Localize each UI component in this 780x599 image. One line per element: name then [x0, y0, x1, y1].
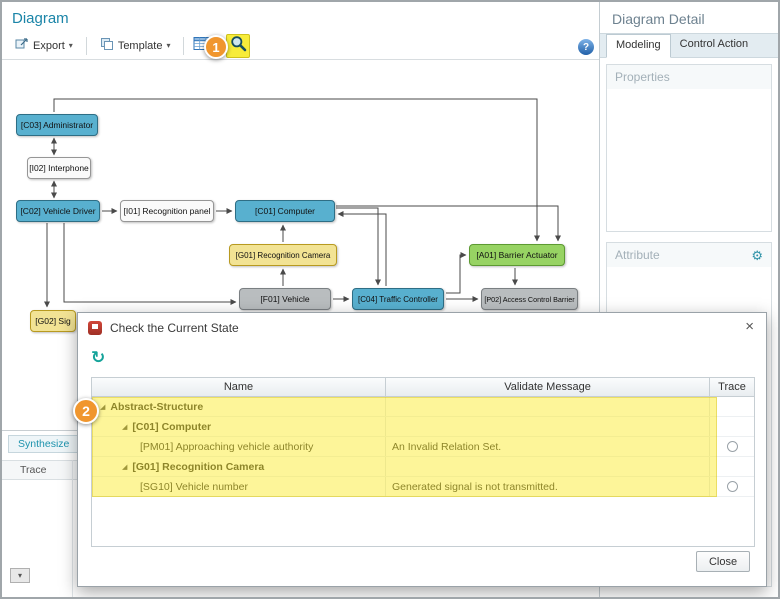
- table-row[interactable]: ◢ [C01] Computer: [92, 417, 754, 437]
- row-name: [G01] Recognition Camera: [132, 461, 264, 473]
- gear-icon[interactable]: ⚙: [751, 249, 763, 262]
- node-c04-traffic-controller[interactable]: [C04] Traffic Controller: [352, 288, 444, 310]
- app-window: Diagram Export ▾ Template ▾: [0, 0, 780, 599]
- export-button[interactable]: Export ▾: [8, 33, 80, 58]
- expander-icon[interactable]: ◢: [122, 463, 127, 471]
- table-row[interactable]: ◢ [G01] Recognition Camera: [92, 457, 754, 477]
- caret-down-icon: ▾: [18, 571, 22, 580]
- export-icon: [15, 37, 29, 54]
- panel-title: Diagram Detail: [600, 2, 778, 33]
- callout-step-2: 2: [73, 398, 99, 424]
- node-c01-computer[interactable]: [C01] Computer: [235, 200, 335, 222]
- template-label: Template: [118, 40, 163, 52]
- node-a01-barrier-actuator[interactable]: [A01] Barrier Actuator: [469, 244, 565, 266]
- close-button[interactable]: Close: [696, 551, 750, 572]
- row-name: [PM01] Approaching vehicle authority: [140, 441, 313, 453]
- dialog-header: Check the Current State ×: [78, 313, 766, 343]
- table-row[interactable]: ◢ Abstract-Structure: [92, 397, 754, 417]
- table-header-row: Name Validate Message Trace: [92, 378, 754, 397]
- row-message: [386, 417, 710, 436]
- export-label: Export: [33, 40, 65, 52]
- magnifier-icon: [230, 35, 247, 57]
- column-header-name: Name: [92, 378, 386, 396]
- tab-synthesize[interactable]: Synthesize: [8, 435, 79, 453]
- row-message: An Invalid Relation Set.: [386, 437, 710, 456]
- table-row[interactable]: [PM01] Approaching vehicle authority An …: [92, 437, 754, 457]
- caret-down-icon: ▾: [69, 41, 73, 50]
- help-icon[interactable]: ?: [578, 39, 594, 55]
- node-i02-interphone[interactable]: [I02] Interphone: [27, 157, 91, 179]
- node-g01-recognition-camera[interactable]: [G01] Recognition Camera: [229, 244, 337, 266]
- panel-tabs: Modeling Control Action: [600, 33, 778, 58]
- tab-modeling[interactable]: Modeling: [606, 34, 671, 58]
- column-header-message: Validate Message: [386, 378, 710, 396]
- row-message: Generated signal is not transmitted.: [386, 477, 710, 496]
- column-header-trace: Trace: [710, 378, 754, 396]
- app-logo-icon: [88, 321, 102, 335]
- validate-check-button[interactable]: [226, 34, 250, 58]
- expander-icon[interactable]: ◢: [100, 403, 105, 411]
- callout-step-1: 1: [204, 35, 228, 59]
- caret-down-icon: ▾: [166, 41, 170, 50]
- check-current-state-dialog: Check the Current State × ↻ Name Validat…: [77, 312, 767, 587]
- row-message: [386, 397, 710, 416]
- dialog-title: Check the Current State: [110, 321, 239, 335]
- properties-label: Properties: [615, 65, 670, 89]
- node-f01-vehicle[interactable]: [F01] Vehicle: [239, 288, 331, 310]
- refresh-icon[interactable]: ↻: [91, 349, 105, 366]
- bottom-column-divider: [72, 460, 73, 597]
- toolbar: Export ▾ Template ▾: [2, 32, 599, 60]
- help-glyph: ?: [583, 42, 589, 53]
- row-name: [SG10] Vehicle number: [140, 481, 248, 493]
- trace-column-header: Trace: [20, 464, 46, 476]
- row-name: [C01] Computer: [132, 421, 211, 433]
- validation-table: Name Validate Message Trace ◢ Abstract-St…: [91, 377, 755, 547]
- row-name: Abstract-Structure: [110, 401, 203, 413]
- toolbar-separator: [183, 37, 184, 55]
- trace-radio[interactable]: [727, 481, 738, 492]
- trace-radio[interactable]: [727, 441, 738, 452]
- row-message: [386, 457, 710, 476]
- properties-section: Properties: [606, 64, 772, 232]
- node-g02-signal[interactable]: [G02] Sig: [30, 310, 76, 332]
- node-p02-access-control-barrier[interactable]: [P02] Access Control Barrier: [481, 288, 578, 310]
- page-title: Diagram: [12, 10, 69, 27]
- node-c03-administrator[interactable]: [C03] Administrator: [16, 114, 98, 136]
- node-i01-recognition-panel[interactable]: [I01] Recognition panel: [120, 200, 214, 222]
- attribute-label: Attribute: [615, 243, 660, 267]
- tab-control-action[interactable]: Control Action: [671, 34, 757, 57]
- bottom-dropdown[interactable]: ▾: [10, 568, 30, 583]
- table-row[interactable]: [SG10] Vehicle number Generated signal i…: [92, 477, 754, 497]
- template-icon: [100, 37, 114, 54]
- node-c02-vehicle-driver[interactable]: [C02] Vehicle Driver: [16, 200, 100, 222]
- toolbar-separator: [86, 37, 87, 55]
- template-button[interactable]: Template ▾: [93, 33, 178, 58]
- expander-icon[interactable]: ◢: [122, 423, 127, 431]
- close-icon[interactable]: ×: [745, 319, 754, 334]
